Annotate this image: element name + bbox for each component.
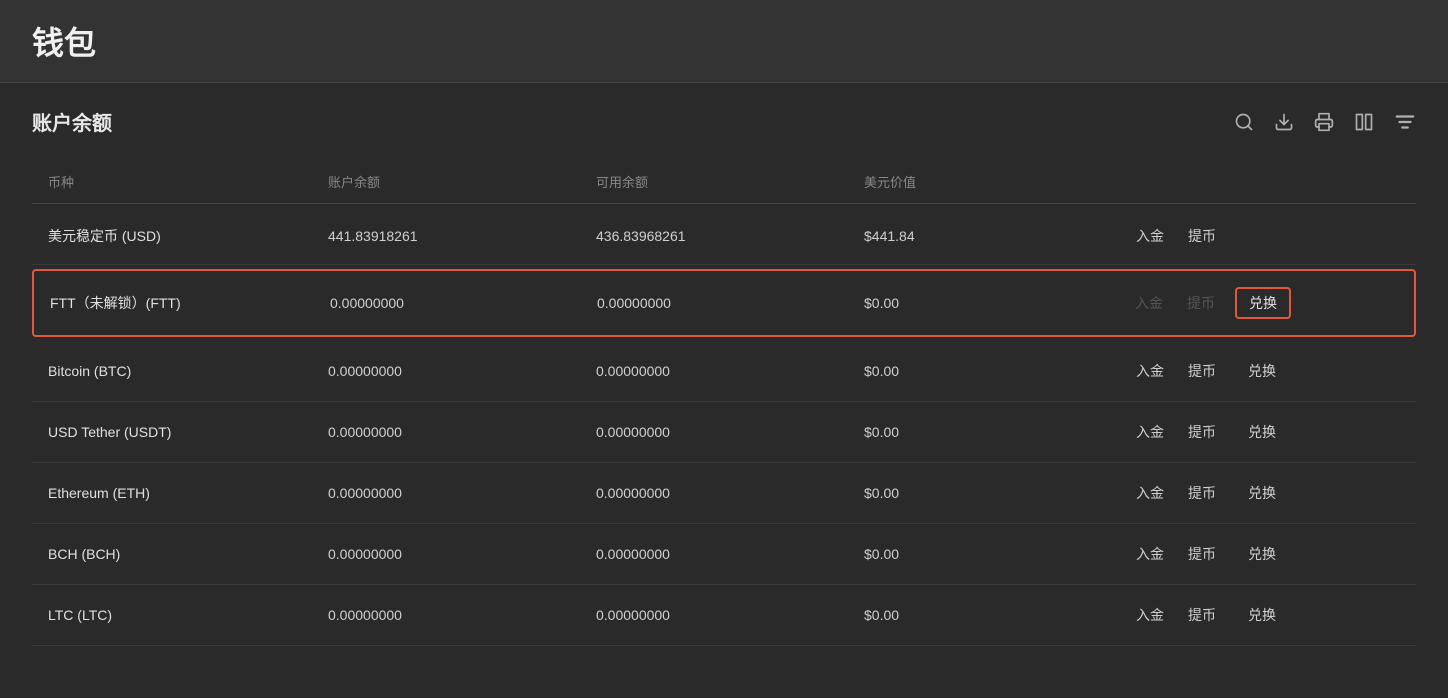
table-row: 美元稳定币 (USD) 441.83918261 436.83968261 $4… [32, 208, 1416, 265]
table-row: Bitcoin (BTC) 0.00000000 0.00000000 $0.0… [32, 341, 1416, 402]
withdraw-button[interactable]: 提币 [1184, 481, 1220, 505]
table-row: USD Tether (USDT) 0.00000000 0.00000000 … [32, 402, 1416, 463]
header-actions [1132, 168, 1400, 195]
actions: 入金 提币 兑换 [1132, 418, 1400, 446]
header-available-balance: 可用余额 [596, 168, 864, 195]
page-title: 钱包 [32, 18, 1416, 64]
actions: 入金 提币 兑换 [1132, 357, 1400, 385]
table-header: 币种 账户余额 可用余额 美元价值 [32, 160, 1416, 204]
table-row: Ethereum (ETH) 0.00000000 0.00000000 $0.… [32, 463, 1416, 524]
deposit-button[interactable]: 入金 [1132, 542, 1168, 566]
available-balance: 0.00000000 [596, 363, 864, 379]
withdraw-button[interactable]: 提币 [1184, 224, 1220, 248]
deposit-button: 入金 [1131, 291, 1167, 315]
usd-value: $0.00 [864, 295, 1131, 311]
section-header: 账户余额 [32, 107, 1416, 136]
currency-name: Ethereum (ETH) [48, 485, 328, 501]
exchange-button[interactable]: 兑换 [1236, 357, 1288, 385]
account-balance: 0.00000000 [328, 546, 596, 562]
deposit-button[interactable]: 入金 [1132, 224, 1168, 248]
usd-value: $0.00 [864, 485, 1132, 501]
actions: 入金 提币 [1132, 224, 1400, 248]
table-row: LTC (LTC) 0.00000000 0.00000000 $0.00 入金… [32, 585, 1416, 646]
withdraw-button: 提币 [1183, 291, 1219, 315]
actions: 入金 提币 兑换 [1132, 479, 1400, 507]
table-row: FTT（未解锁）(FTT) 0.00000000 0.00000000 $0.0… [32, 269, 1416, 337]
account-balance: 0.00000000 [328, 363, 596, 379]
available-balance: 0.00000000 [597, 295, 864, 311]
currency-name: USD Tether (USDT) [48, 424, 328, 440]
header-account-balance: 账户余额 [328, 168, 596, 195]
deposit-button[interactable]: 入金 [1132, 420, 1168, 444]
usd-value: $0.00 [864, 363, 1132, 379]
search-icon[interactable] [1234, 112, 1254, 132]
exchange-button[interactable]: 兑换 [1235, 287, 1291, 319]
account-balance: 441.83918261 [328, 228, 596, 244]
available-balance: 436.83968261 [596, 228, 864, 244]
usd-value: $0.00 [864, 546, 1132, 562]
available-balance: 0.00000000 [596, 485, 864, 501]
usd-value: $0.00 [864, 424, 1132, 440]
available-balance: 0.00000000 [596, 546, 864, 562]
page-header: 钱包 [0, 0, 1448, 83]
exchange-button[interactable]: 兑换 [1236, 418, 1288, 446]
account-balance: 0.00000000 [330, 295, 597, 311]
balance-table: 币种 账户余额 可用余额 美元价值 美元稳定币 (USD) 441.839182… [32, 160, 1416, 646]
usd-value: $0.00 [864, 607, 1132, 623]
columns-icon[interactable] [1354, 112, 1374, 132]
deposit-button[interactable]: 入金 [1132, 481, 1168, 505]
withdraw-button[interactable]: 提币 [1184, 420, 1220, 444]
deposit-button[interactable]: 入金 [1132, 603, 1168, 627]
usd-value: $441.84 [864, 228, 1132, 244]
currency-name: FTT（未解锁）(FTT) [50, 293, 330, 313]
currency-name: Bitcoin (BTC) [48, 363, 328, 379]
available-balance: 0.00000000 [596, 607, 864, 623]
header-usd-value: 美元价值 [864, 168, 1132, 195]
account-balance: 0.00000000 [328, 485, 596, 501]
header-currency: 币种 [48, 168, 328, 195]
filter-icon[interactable] [1394, 111, 1416, 133]
withdraw-button[interactable]: 提币 [1184, 359, 1220, 383]
actions: 入金 提币 兑换 [1132, 601, 1400, 629]
table-row: BCH (BCH) 0.00000000 0.00000000 $0.00 入金… [32, 524, 1416, 585]
main-content: 账户余额 [0, 83, 1448, 670]
currency-name: LTC (LTC) [48, 607, 328, 623]
section-title: 账户余额 [32, 107, 112, 136]
available-balance: 0.00000000 [596, 424, 864, 440]
actions: 入金 提币 兑换 [1131, 287, 1398, 319]
currency-name: 美元稳定币 (USD) [48, 226, 328, 246]
download-icon[interactable] [1274, 112, 1294, 132]
account-balance: 0.00000000 [328, 607, 596, 623]
exchange-button[interactable]: 兑换 [1236, 479, 1288, 507]
exchange-button[interactable]: 兑换 [1236, 601, 1288, 629]
account-balance: 0.00000000 [328, 424, 596, 440]
print-icon[interactable] [1314, 112, 1334, 132]
withdraw-button[interactable]: 提币 [1184, 603, 1220, 627]
toolbar-icons [1234, 111, 1416, 133]
exchange-button[interactable]: 兑换 [1236, 540, 1288, 568]
currency-name: BCH (BCH) [48, 546, 328, 562]
actions: 入金 提币 兑换 [1132, 540, 1400, 568]
deposit-button[interactable]: 入金 [1132, 359, 1168, 383]
withdraw-button[interactable]: 提币 [1184, 542, 1220, 566]
